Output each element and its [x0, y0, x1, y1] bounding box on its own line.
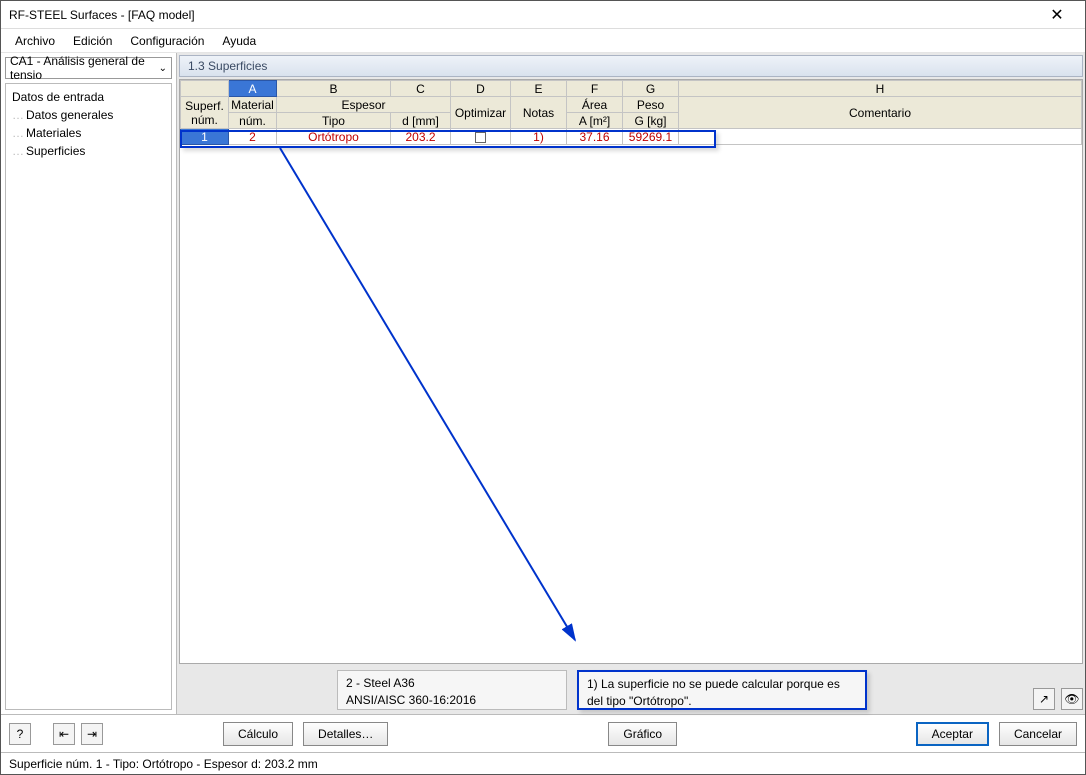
view-button[interactable]: 👁 [1061, 688, 1083, 710]
menu-config[interactable]: Configuración [122, 32, 212, 50]
export-icon: ⇤ [59, 727, 69, 741]
footer: ? ⇤ ⇥ Cálculo Detalles… Gráfico Aceptar … [1, 714, 1085, 752]
cell-comment[interactable] [679, 129, 1082, 145]
info-row: 2 - Steel A36 ANSI/AISC 360-16:2016 1) L… [179, 670, 1083, 710]
close-button[interactable]: ✕ [1037, 1, 1077, 29]
material-info-box: 2 - Steel A36 ANSI/AISC 360-16:2016 [337, 670, 567, 710]
header-weight: Peso [623, 97, 679, 113]
grid-wrap: A B C D E F G H Superf.núm. Material Esp… [179, 79, 1083, 664]
cell-tipo[interactable]: Ortótropo [277, 129, 391, 145]
col-letter-b[interactable]: B [277, 81, 391, 97]
loadcase-dropdown-label: CA1 - Análisis general de tensio [10, 54, 159, 82]
tree-root[interactable]: Datos de entrada [8, 88, 169, 106]
table-row[interactable]: 1 2 Ortótropo 203.2 1) 37.16 59269.1 [181, 129, 1082, 145]
chevron-down-icon: ⌄ [159, 63, 167, 74]
eye-icon: 👁 [1064, 692, 1079, 706]
col-letter-f[interactable]: F [567, 81, 623, 97]
header-surf: Superf.núm. [181, 97, 229, 129]
window-title: RF-STEEL Surfaces - [FAQ model] [9, 8, 1037, 22]
ok-button[interactable]: Aceptar [916, 722, 989, 746]
note-box: 1) La superficie no se puede calcular po… [577, 670, 867, 710]
col-letter-a[interactable]: A [229, 81, 277, 97]
loadcase-dropdown[interactable]: CA1 - Análisis general de tensio ⌄ [5, 57, 172, 79]
menu-edit[interactable]: Edición [65, 32, 120, 50]
cell-material[interactable]: 2 [229, 129, 277, 145]
header-area: Área [567, 97, 623, 113]
header-G: G [kg] [623, 113, 679, 129]
cell-weight[interactable]: 59269.1 [623, 129, 679, 145]
titlebar: RF-STEEL Surfaces - [FAQ model] ✕ [1, 1, 1085, 29]
tree-item-surfaces[interactable]: Superficies [8, 142, 169, 160]
col-letter-d[interactable]: D [451, 81, 511, 97]
import-button[interactable]: ⇥ [81, 723, 103, 745]
calc-button[interactable]: Cálculo [223, 722, 293, 746]
header-thickness: Espesor [277, 97, 451, 113]
cell-notes[interactable]: 1) [511, 129, 567, 145]
cancel-button[interactable]: Cancelar [999, 722, 1077, 746]
details-button[interactable]: Detalles… [303, 722, 388, 746]
header-matnum: núm. [229, 113, 277, 129]
header-notes: Notas [511, 97, 567, 129]
col-letter-c[interactable]: C [391, 81, 451, 97]
import-icon: ⇥ [87, 727, 97, 741]
section-title: 1.3 Superficies [179, 55, 1083, 77]
help-icon: ? [17, 727, 24, 741]
col-letter-g[interactable]: G [623, 81, 679, 97]
cell-opt[interactable] [451, 129, 511, 145]
header-material: Material [229, 97, 277, 113]
graph-button[interactable]: Gráfico [608, 722, 677, 746]
menubar: Archivo Edición Configuración Ayuda [1, 29, 1085, 53]
nav-tree: Datos de entrada Datos generales Materia… [5, 83, 172, 710]
cursor-icon: ↗ [1039, 692, 1049, 706]
material-line1: 2 - Steel A36 [346, 675, 558, 692]
left-panel: CA1 - Análisis general de tensio ⌄ Datos… [1, 53, 177, 714]
menu-help[interactable]: Ayuda [214, 32, 264, 50]
col-letter-h[interactable]: H [679, 81, 1082, 97]
header-tipo: Tipo [277, 113, 391, 129]
statusbar: Superficie núm. 1 - Tipo: Ortótropo - Es… [1, 752, 1085, 774]
pick-button[interactable]: ↗ [1033, 688, 1055, 710]
header-comment: Comentario [679, 97, 1082, 129]
tree-item-materials[interactable]: Materiales [8, 124, 169, 142]
arrow-annotation [180, 80, 1080, 670]
surfaces-grid[interactable]: A B C D E F G H Superf.núm. Material Esp… [180, 80, 1082, 145]
menu-file[interactable]: Archivo [7, 32, 63, 50]
header-A: A [m²] [567, 113, 623, 129]
export-button[interactable]: ⇤ [53, 723, 75, 745]
cell-d[interactable]: 203.2 [391, 129, 451, 145]
header-opt: Optimizar [451, 97, 511, 129]
material-line2: ANSI/AISC 360-16:2016 [346, 692, 558, 709]
tree-item-general[interactable]: Datos generales [8, 106, 169, 124]
help-button[interactable]: ? [9, 723, 31, 745]
right-panel: 1.3 Superficies A B C D E F G H [177, 53, 1085, 714]
corner-cell [181, 81, 229, 97]
status-text: Superficie núm. 1 - Tipo: Ortótropo - Es… [9, 757, 318, 771]
header-d: d [mm] [391, 113, 451, 129]
row-number[interactable]: 1 [181, 129, 229, 145]
note-text: 1) La superficie no se puede calcular po… [587, 677, 840, 708]
optimize-checkbox[interactable] [475, 132, 486, 143]
col-letter-e[interactable]: E [511, 81, 567, 97]
cell-area[interactable]: 37.16 [567, 129, 623, 145]
